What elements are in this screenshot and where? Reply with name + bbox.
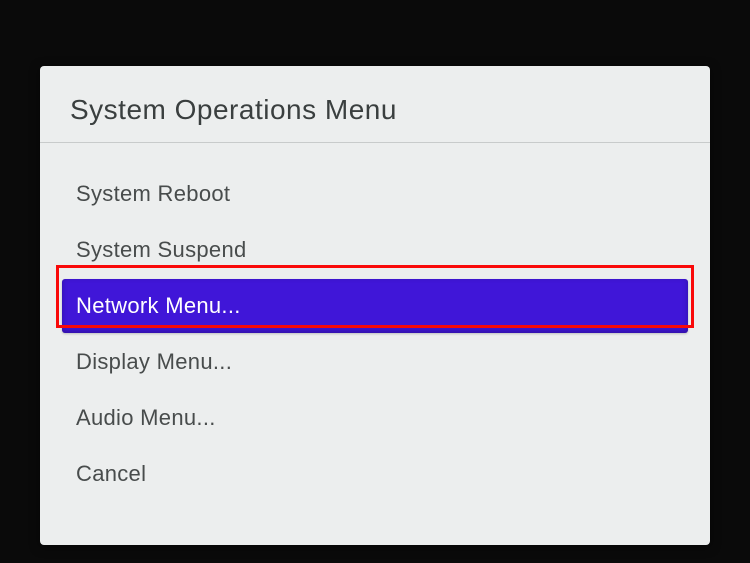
menu-item-audio-menu[interactable]: Audio Menu... [62, 391, 688, 445]
dialog-title: System Operations Menu [40, 94, 710, 143]
menu-list: System Reboot System Suspend Network Men… [40, 167, 710, 501]
menu-item-network-menu[interactable]: Network Menu... [62, 279, 688, 333]
system-operations-dialog: System Operations Menu System Reboot Sys… [40, 66, 710, 545]
menu-item-system-reboot[interactable]: System Reboot [62, 167, 688, 221]
menu-item-system-suspend[interactable]: System Suspend [62, 223, 688, 277]
menu-item-display-menu[interactable]: Display Menu... [62, 335, 688, 389]
menu-item-cancel[interactable]: Cancel [62, 447, 688, 501]
